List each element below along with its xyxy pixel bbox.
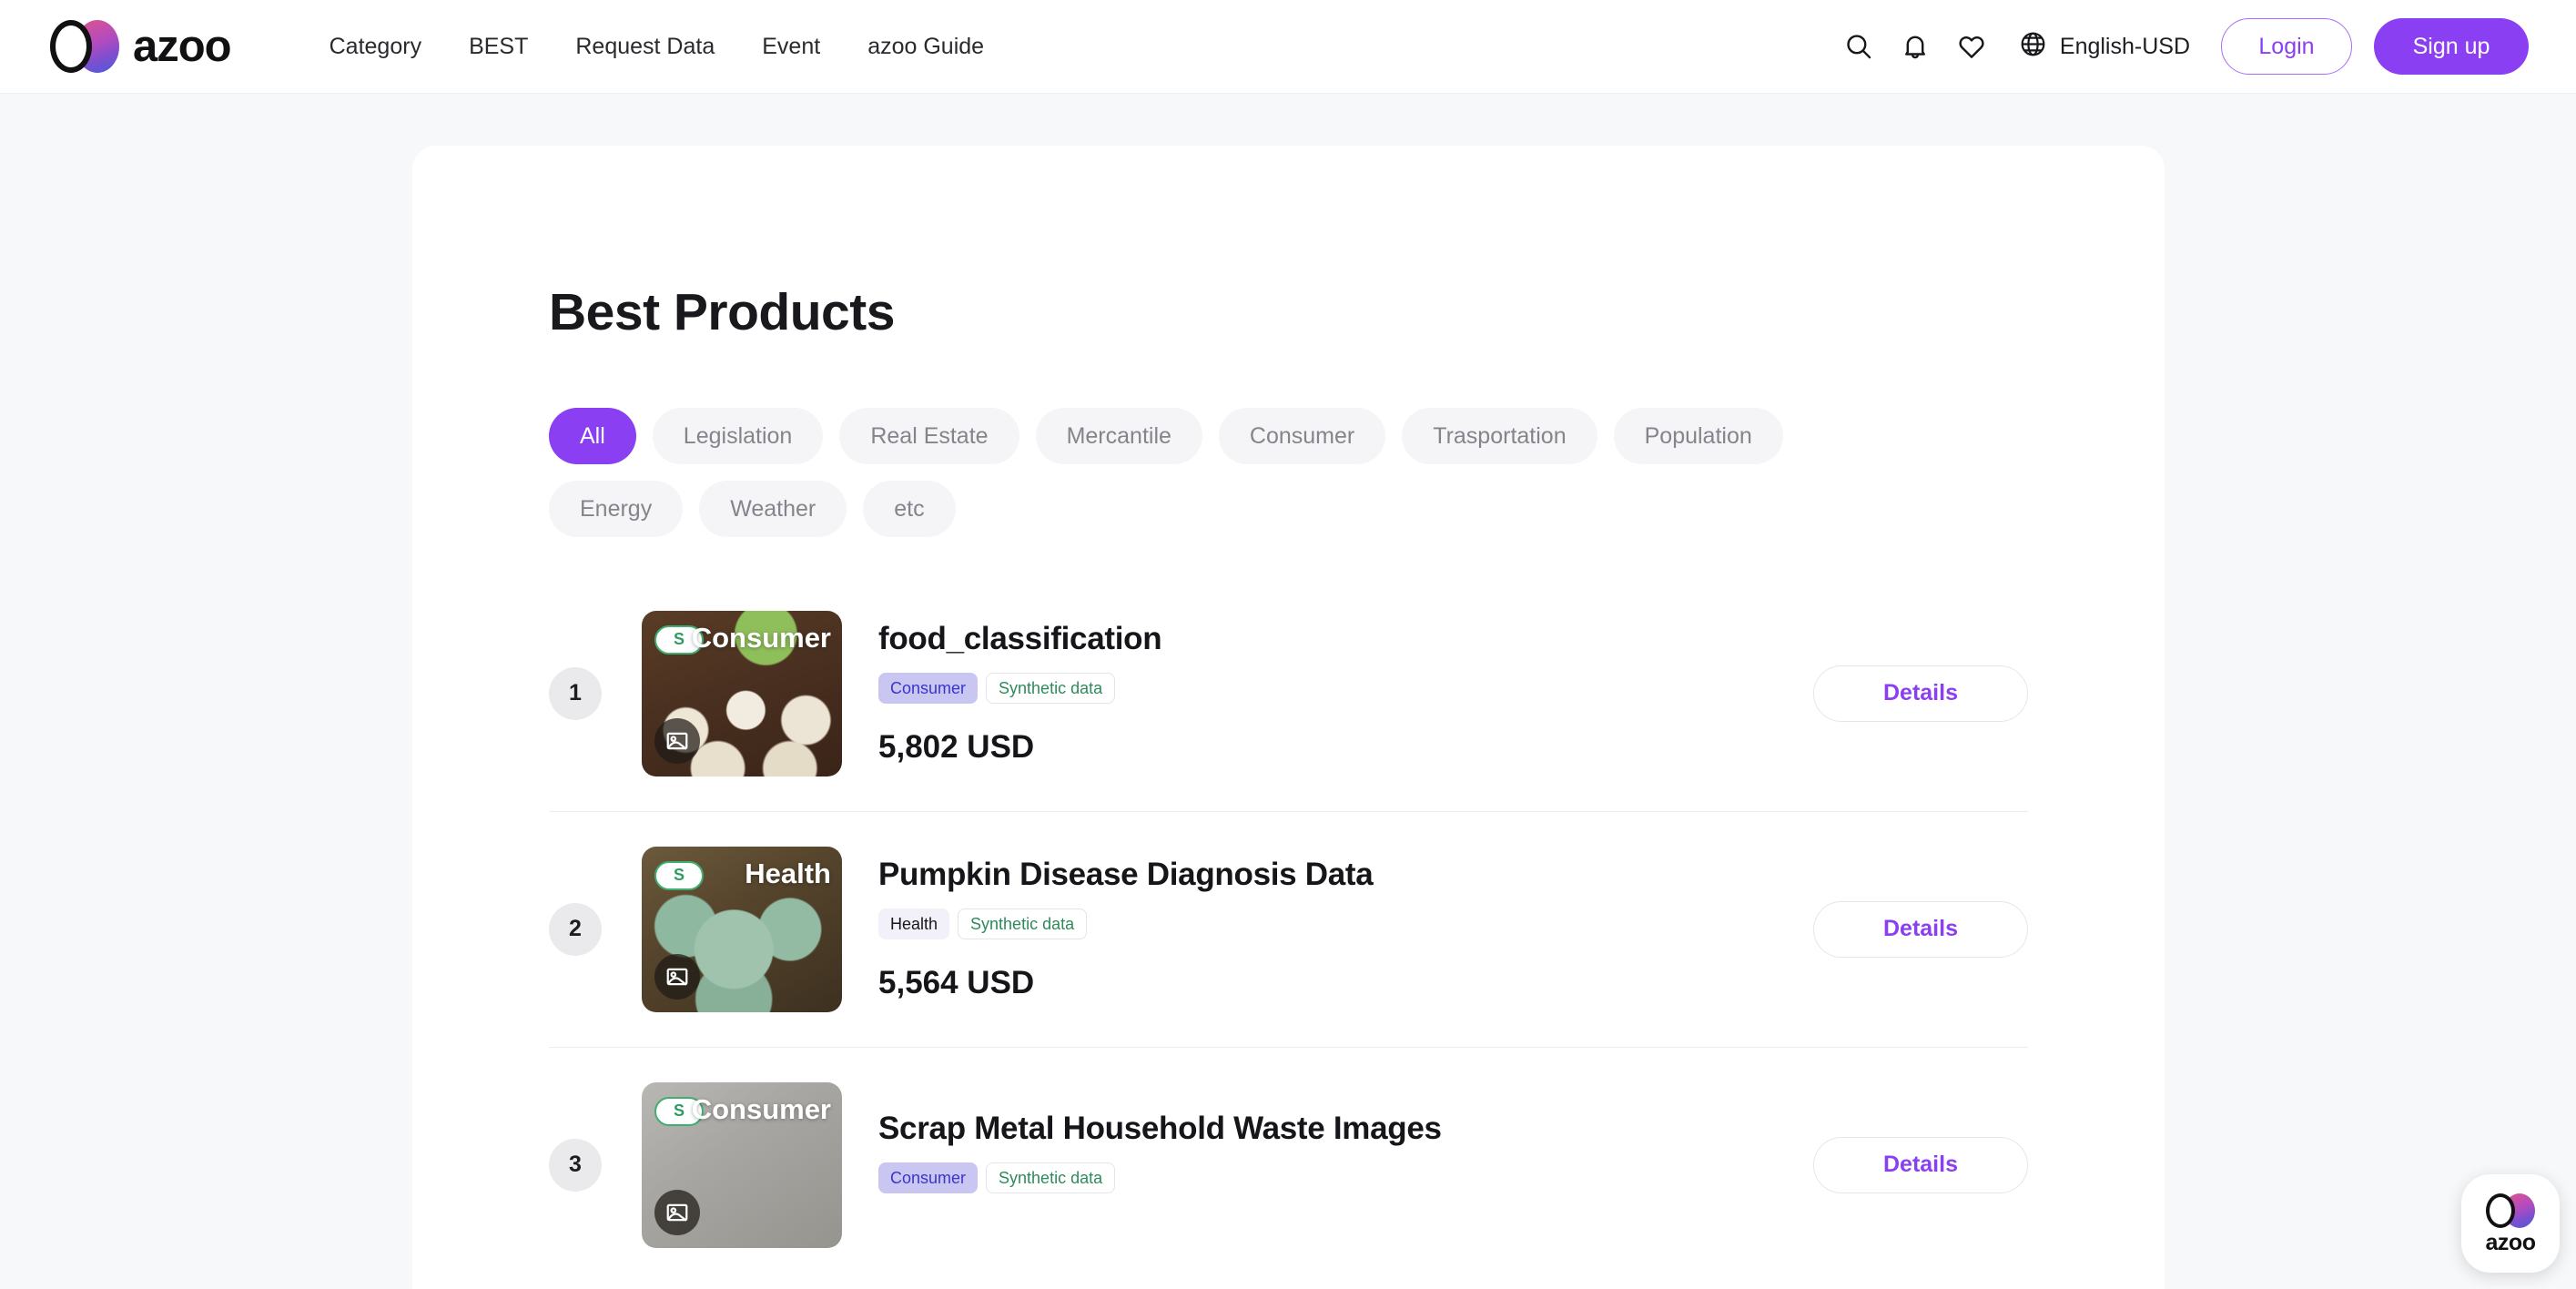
product-rank: 2 <box>549 902 602 956</box>
header-actions: English-USD Login Sign up <box>1831 18 2529 75</box>
nav-item-event[interactable]: Event <box>738 25 844 69</box>
grade-badge: S <box>654 860 704 890</box>
filter-chip-weather[interactable]: Weather <box>699 481 847 537</box>
bell-icon[interactable] <box>1887 18 1943 75</box>
image-icon <box>654 1189 700 1235</box>
search-icon[interactable] <box>1831 18 1887 75</box>
product-info: Pumpkin Disease Diagnosis Data Health Sy… <box>878 857 1777 1001</box>
fab-outline-ellipse <box>2486 1193 2515 1228</box>
product-tags: Consumer Synthetic data <box>878 1162 1777 1193</box>
image-icon <box>654 953 700 1000</box>
product-name[interactable]: food_classification <box>878 621 1777 657</box>
thumbnail-category-label: Consumer <box>691 621 831 654</box>
status-badge-data-type: Synthetic data <box>986 1162 1116 1193</box>
product-row[interactable]: 1 S Consumer food_classification Consume… <box>412 575 2165 811</box>
image-icon <box>654 717 700 764</box>
filter-chip-etc[interactable]: etc <box>863 481 956 537</box>
status-badge-category: Health <box>878 908 950 939</box>
azoo-logo-mark <box>50 20 121 73</box>
product-rank: 1 <box>549 666 602 720</box>
page-title: Best Products <box>549 283 895 341</box>
status-badge-data-type: Synthetic data <box>986 673 1116 704</box>
product-name[interactable]: Scrap Metal Household Waste Images <box>878 1111 1777 1147</box>
filter-chip-trasportation[interactable]: Trasportation <box>1402 408 1597 464</box>
nav-item-best[interactable]: BEST <box>445 25 552 69</box>
login-button[interactable]: Login <box>2221 18 2352 75</box>
filter-chip-population[interactable]: Population <box>1613 408 1783 464</box>
nav-item-category[interactable]: Category <box>306 25 445 69</box>
nav-item-azoo-guide[interactable]: azoo Guide <box>844 25 1008 69</box>
product-info: food_classification Consumer Synthetic d… <box>878 621 1777 766</box>
main-navigation: Category BEST Request Data Event azoo Gu… <box>306 25 1008 69</box>
details-button[interactable]: Details <box>1813 900 2028 958</box>
filter-chip-energy[interactable]: Energy <box>549 481 684 537</box>
signup-button[interactable]: Sign up <box>2374 18 2529 75</box>
heart-icon[interactable] <box>1943 18 2000 75</box>
details-button[interactable]: Details <box>1813 665 2028 722</box>
language-selector[interactable]: English-USD <box>2018 29 2190 64</box>
content-card: Best Products All Legislation Real Estat… <box>412 146 2165 1289</box>
globe-icon <box>2018 29 2048 64</box>
azoo-floating-button[interactable]: azoo <box>2461 1174 2560 1273</box>
logo-outline-ellipse <box>50 20 92 73</box>
thumbnail-category-label: Consumer <box>691 1092 831 1125</box>
product-name[interactable]: Pumpkin Disease Diagnosis Data <box>878 857 1777 893</box>
logo[interactable]: azoo <box>50 20 232 73</box>
filter-chip-real-estate[interactable]: Real Estate <box>839 408 1019 464</box>
product-row[interactable]: 2 S Health Pumpkin Disease Diagnosis Dat… <box>412 811 2165 1047</box>
logo-text: azoo <box>133 21 232 71</box>
product-rank: 3 <box>549 1138 602 1192</box>
filter-chip-mercantile[interactable]: Mercantile <box>1035 408 1202 464</box>
language-label: English-USD <box>2059 33 2190 59</box>
product-list: 1 S Consumer food_classification Consume… <box>412 575 2165 1283</box>
category-filter-bar: All Legislation Real Estate Mercantile C… <box>549 408 1914 537</box>
filter-chip-all[interactable]: All <box>549 408 636 464</box>
filter-chip-consumer[interactable]: Consumer <box>1218 408 1386 464</box>
product-tags: Consumer Synthetic data <box>878 673 1777 704</box>
product-thumbnail[interactable]: S Health <box>642 846 842 1012</box>
details-button[interactable]: Details <box>1813 1136 2028 1193</box>
product-price: 5,802 USD <box>878 729 1035 765</box>
product-row[interactable]: 3 S Consumer Scrap Metal Household Waste… <box>412 1047 2165 1283</box>
azoo-logo-mark-small <box>2486 1193 2535 1228</box>
nav-item-request-data[interactable]: Request Data <box>552 25 738 69</box>
thumbnail-category-label: Health <box>745 857 831 889</box>
filter-chip-legislation[interactable]: Legislation <box>652 408 824 464</box>
status-badge-category: Consumer <box>878 1162 979 1193</box>
status-badge-data-type: Synthetic data <box>958 908 1088 939</box>
status-badge-category: Consumer <box>878 673 979 704</box>
product-thumbnail[interactable]: S Consumer <box>642 1081 842 1248</box>
product-price: 5,564 USD <box>878 965 1035 1000</box>
site-header: azoo Category BEST Request Data Event az… <box>0 0 2576 94</box>
fab-label: azoo <box>2485 1229 2536 1255</box>
product-tags: Health Synthetic data <box>878 908 1777 939</box>
product-info: Scrap Metal Household Waste Images Consu… <box>878 1111 1777 1219</box>
product-thumbnail[interactable]: S Consumer <box>642 610 842 776</box>
